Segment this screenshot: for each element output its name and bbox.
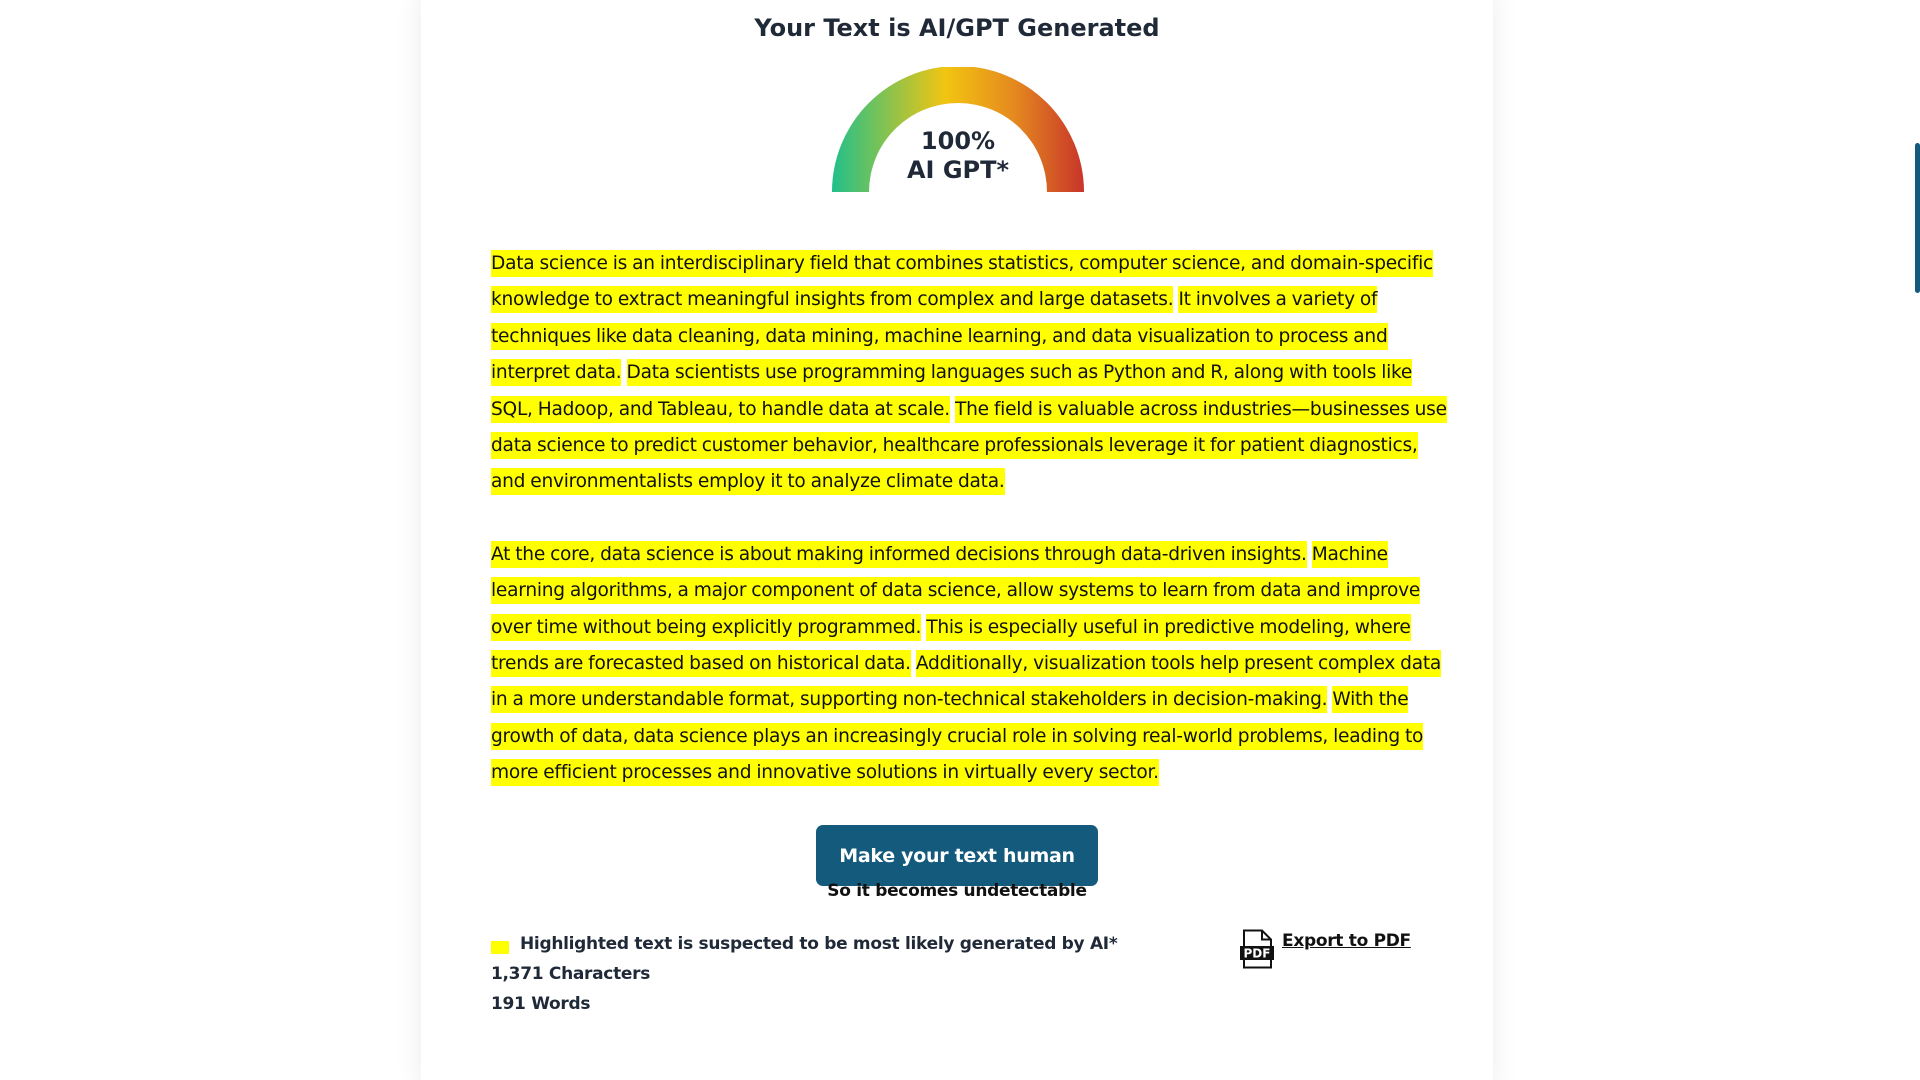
text-paragraph: At the core, data science is about makin…: [491, 537, 1453, 792]
ai-gauge: 100% AI GPT*: [832, 67, 1084, 195]
scrollbar-thumb[interactable]: [1915, 143, 1920, 293]
analyzed-text: Data science is an interdisciplinary fie…: [491, 246, 1453, 828]
gauge-label: AI GPT*: [906, 156, 1010, 184]
export-to-pdf-link[interactable]: Export to PDF: [1282, 931, 1411, 951]
character-count: 1,371 Characters: [491, 964, 651, 984]
gauge-value: 100%: [920, 127, 996, 155]
result-title: Your Text is AI/GPT Generated: [754, 14, 1160, 42]
result-card: Your Text is AI/GPT Generated 100% AI GP…: [421, 0, 1493, 1080]
pdf-icon-text: PDF: [1244, 947, 1271, 961]
highlight-legend-text: Highlighted text is suspected to be most…: [520, 934, 1118, 954]
page: Your Text is AI/GPT Generated 100% AI GP…: [0, 0, 1920, 1080]
highlighted-sentence: At the core, data science is about makin…: [491, 540, 1307, 568]
cta-subtext: So it becomes undetectable: [827, 881, 1087, 901]
pdf-file-icon: PDF: [1240, 929, 1274, 969]
make-text-human-button[interactable]: Make your text human: [816, 825, 1098, 886]
highlight-legend-swatch: [491, 941, 509, 954]
text-paragraph: Data science is an interdisciplinary fie…: [491, 246, 1453, 501]
word-count: 191 Words: [491, 994, 591, 1014]
export-to-pdf[interactable]: PDF Export to PDF: [1240, 929, 1411, 969]
